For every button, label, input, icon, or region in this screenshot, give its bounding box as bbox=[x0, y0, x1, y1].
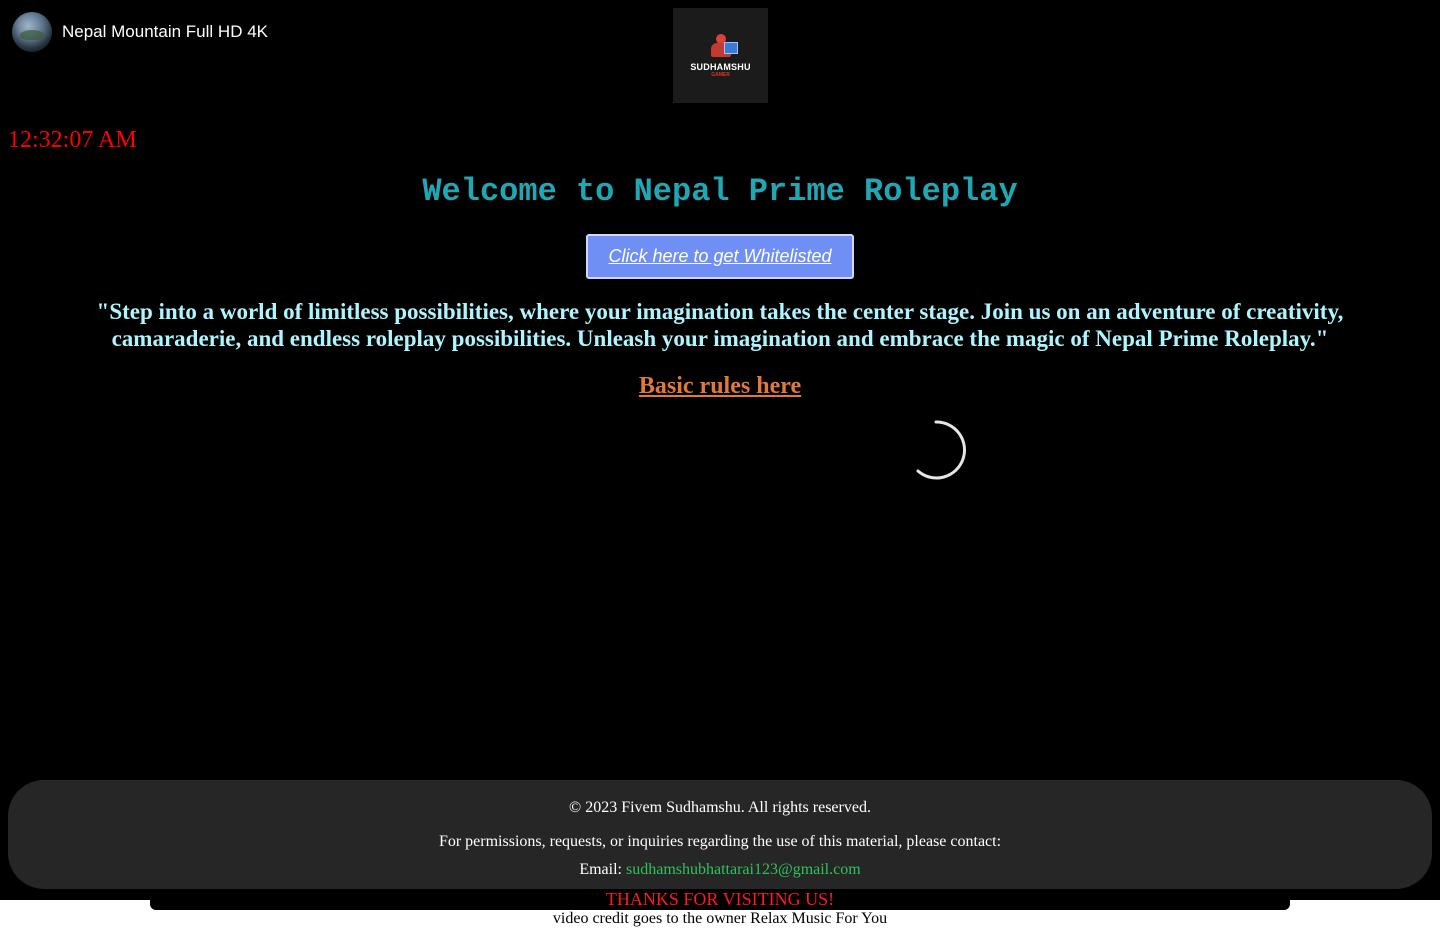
logo-subtitle: GAMER bbox=[711, 71, 730, 78]
page-title: Welcome to Nepal Prime Roleplay bbox=[422, 173, 1018, 210]
email-label: Email: bbox=[579, 861, 622, 878]
video-title[interactable]: Nepal Mountain Full HD 4K bbox=[62, 22, 268, 42]
gamer-figure-icon bbox=[706, 33, 738, 60]
email-link[interactable]: sudhamshubhattarai123@gmail.com bbox=[626, 861, 861, 878]
video-title-bar[interactable]: Nepal Mountain Full HD 4K bbox=[12, 12, 268, 52]
tagline: "Step into a world of limitless possibil… bbox=[96, 299, 1344, 351]
thanks-message: THANKS FOR VISITING US! bbox=[605, 889, 835, 909]
basic-rules-link[interactable]: Basic rules here bbox=[639, 373, 801, 399]
video-background: Nepal Mountain Full HD 4K SUDHAMSHU GAME… bbox=[0, 0, 1440, 910]
copyright-text: © 2023 Fivem Sudhamshu. All rights reser… bbox=[569, 799, 871, 816]
live-clock: 12:32:07 AM bbox=[8, 127, 137, 153]
footer: © 2023 Fivem Sudhamshu. All rights reser… bbox=[8, 780, 1432, 889]
rules-link-container: Basic rules here bbox=[0, 370, 1440, 402]
whitelist-button[interactable]: Click here to get Whitelisted bbox=[586, 234, 854, 279]
globe-icon[interactable] bbox=[12, 12, 52, 52]
loading-spinner-icon bbox=[916, 420, 966, 480]
video-credit: video credit goes to the owner Relax Mus… bbox=[552, 910, 888, 927]
permissions-text: For permissions, requests, or inquiries … bbox=[438, 833, 1002, 850]
email-line: Email: sudhamshubhattarai123@gmail.com bbox=[8, 860, 1432, 880]
logo-name: SUDHAMSHU bbox=[690, 61, 751, 72]
site-logo: SUDHAMSHU GAMER bbox=[673, 8, 768, 103]
